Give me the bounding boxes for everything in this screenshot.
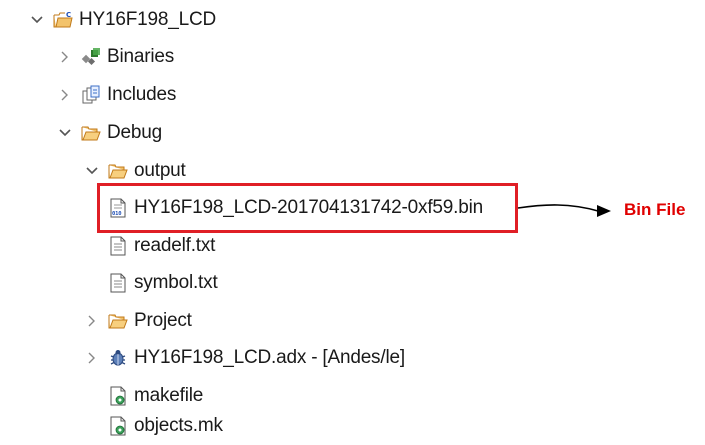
callout-arrow [517,204,611,217]
project-explorer-tree: C HY16F198_LCD Binaries Includes Debug o… [0,0,705,445]
callout-label: Bin File [624,200,686,219]
